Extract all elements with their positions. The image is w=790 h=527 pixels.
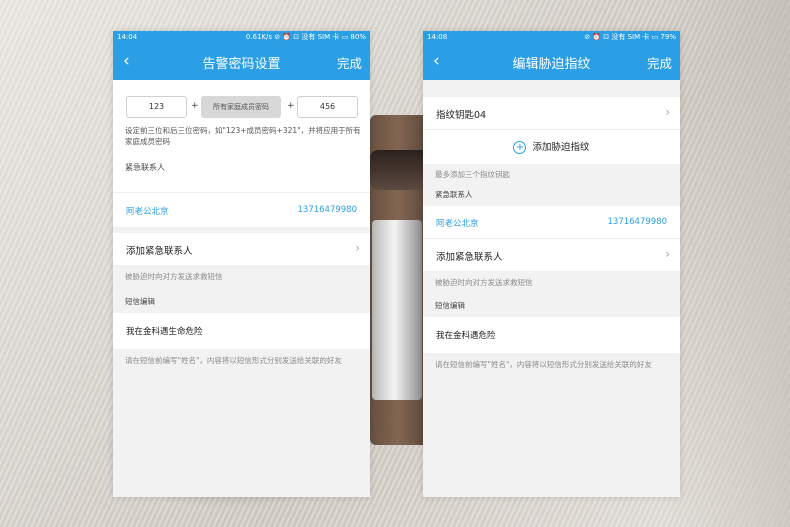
door-lock-metal-image xyxy=(372,220,422,400)
status-info: 0.61K/s ⊘ ⏰ ⊡ 没有 SIM 卡 ▭ 80% xyxy=(245,33,366,41)
plus-circle-icon: + xyxy=(513,141,527,154)
contact-name: 阿老公北京 xyxy=(126,207,169,217)
nav-bar: ‹ 告警密码设置 完成 xyxy=(113,43,370,80)
done-button[interactable]: 完成 xyxy=(647,53,672,72)
sms-input[interactable]: 我在金科遇危险 xyxy=(423,317,680,353)
chevron-right-icon: › xyxy=(665,247,670,261)
chevron-right-icon: › xyxy=(355,241,360,255)
status-time: 14:08 xyxy=(427,33,448,41)
plus-sign: + xyxy=(287,101,295,111)
page-title: 编辑胁迫指纹 xyxy=(512,57,591,72)
sms-label: 短信编辑 xyxy=(435,301,465,310)
status-bar: 14:08 ⊘ ⏰ ⊡ 没有 SIM 卡 ▭ 79% xyxy=(423,31,680,43)
sms-hint: 被胁迫时向对方发送求救短信 xyxy=(435,278,533,287)
plus-sign: + xyxy=(191,101,199,111)
add-contact-row[interactable]: 添加紧急联系人 › xyxy=(423,238,680,271)
sms-input[interactable]: 我在金科遇生命危险 xyxy=(113,313,370,349)
sms-label: 短信编辑 xyxy=(125,297,155,306)
phone-screen-duress-fingerprint: 14:08 ⊘ ⏰ ⊡ 没有 SIM 卡 ▭ 79% ‹ 编辑胁迫指纹 完成 指… xyxy=(423,31,680,497)
contact-row[interactable]: 阿老公北京 13716479980 xyxy=(423,206,680,238)
add-fingerprint-button[interactable]: + 添加胁迫指纹 xyxy=(423,129,680,164)
sms-note: 请在短信前编写"姓名"，内容将以短信形式分别发送给关联的好友 xyxy=(125,356,342,365)
contacts-label: 紧急联系人 xyxy=(125,163,165,172)
contact-phone: 13716479980 xyxy=(297,205,358,215)
contacts-label: 紧急联系人 xyxy=(435,190,473,199)
add-contact-label: 添加紧急联系人 xyxy=(436,252,503,263)
phone-screen-alarm-password: 14:04 0.61K/s ⊘ ⏰ ⊡ 没有 SIM 卡 ▭ 80% ‹ 告警密… xyxy=(113,31,370,497)
status-info: ⊘ ⏰ ⊡ 没有 SIM 卡 ▭ 79% xyxy=(584,33,676,41)
password-prefix-input[interactable]: 123 xyxy=(126,96,187,118)
fingerprint-key-label: 指纹钥匙04 xyxy=(436,110,487,121)
password-suffix-input[interactable]: 456 xyxy=(297,96,358,118)
add-contact-row[interactable]: 添加紧急联系人 › xyxy=(113,233,370,265)
nav-bar: ‹ 编辑胁迫指纹 完成 xyxy=(423,43,680,80)
add-contact-label: 添加紧急联系人 xyxy=(126,246,193,257)
sms-note: 请在短信前编写"姓名"，内容将以短信形式分别发送给关联的好友 xyxy=(435,360,652,369)
member-password-label: 所有家庭成员密码 xyxy=(201,96,281,118)
fingerprint-hint: 最多添加三个指纹钥匙 xyxy=(435,170,510,179)
contact-row[interactable]: 阿老公北京 13716479980 xyxy=(113,192,370,227)
sms-text: 我在金科遇危险 xyxy=(436,331,496,341)
password-section: 123 + 所有家庭成员密码 + 456 设定前三位和后三位密码，如"123+成… xyxy=(113,80,370,192)
sms-text: 我在金科遇生命危险 xyxy=(126,327,203,337)
status-bar: 14:04 0.61K/s ⊘ ⏰ ⊡ 没有 SIM 卡 ▭ 80% xyxy=(113,31,370,43)
add-fingerprint-label: 添加胁迫指纹 xyxy=(532,142,590,153)
fingerprint-key-row[interactable]: 指纹钥匙04 › xyxy=(423,97,680,129)
chevron-right-icon: › xyxy=(665,105,670,119)
status-time: 14:04 xyxy=(117,33,138,41)
done-button[interactable]: 完成 xyxy=(337,53,362,72)
contact-phone: 13716479980 xyxy=(607,217,668,227)
password-hint: 设定前三位和后三位密码，如"123+成员密码+321"，并将应用于所有家庭成员密… xyxy=(125,126,361,146)
sms-hint: 被胁迫时向对方发送求救短信 xyxy=(125,272,223,281)
contact-name: 阿老公北京 xyxy=(436,219,479,229)
page-title: 告警密码设置 xyxy=(202,57,281,72)
door-lock-handle-image xyxy=(370,150,430,190)
